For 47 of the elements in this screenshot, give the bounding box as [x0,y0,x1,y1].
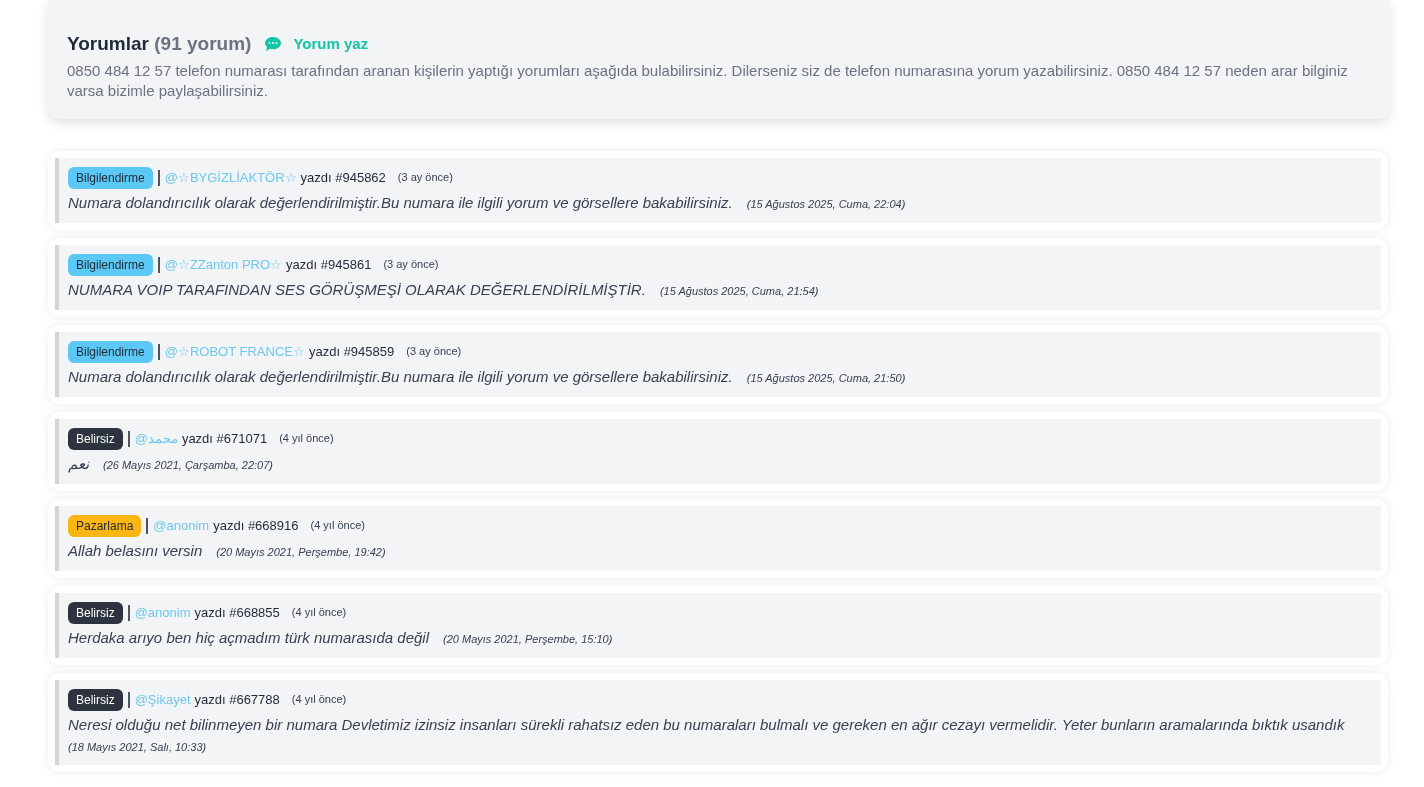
username-link[interactable]: @Şikayet [134,689,191,710]
comment-date: (18 Mayıs 2021, Salı, 10:33) [68,739,207,755]
category-tag: Belirsiz [68,427,123,450]
comment-text: NUMARA VOIP TARAFINDAN SES GÖRÜŞMEŞİ OLARAK DEĞERLENDİRİLMİŞTİR. [68,279,646,300]
write-comment-link[interactable]: Yorum yaz [265,33,369,56]
comment-text: Neresi olduğu net bilinmeyen bir numara Devletimiz izinsiz insanları sürekli rahatsız eden bu numaraları bulmalı ve gereken en ağır cezayı vermelidir. Yeter bunların aramalarında bıktık usandık [68,714,1345,735]
comment-text: Allah belasını versin [68,540,203,561]
category-tag: Pazarlama [68,514,142,537]
relative-time: (3 ay önce) [397,170,453,186]
comments-title: Yorumlar [67,33,149,54]
comment-count: (91 yorum) [154,33,252,54]
relative-time: (3 ay önce) [406,344,462,360]
comment-date: (26 Mayıs 2021, Çarşamba, 22:07) [103,457,273,473]
category-tag: Bilgilendirme [68,253,153,276]
comment-id: yazdı #668916 [213,516,299,535]
comment-id: yazdı #667788 [194,690,280,709]
category-tag: Belirsiz [68,688,123,711]
description: 0850 484 12 57 telefon numarası tarafından aranan kişilerin yaptığı yorumları aşağıda bulabilirsiniz. Dilerseniz siz de telefon numarasına yorum yazabilirsiniz. 0850 484 12 57 neden arar bilginiz varsa bizimle paylaşabilirsiniz. [67,60,1349,101]
comment-id: yazdı #671071 [181,429,268,448]
username-link[interactable]: @anonim [153,515,210,536]
comment-text: Numara dolandırıcılık olarak değerlendirilmiştir.Bu numara ile ilgili yorum ve görsellere bakabilirsiniz. [68,192,733,213]
category-tag: Bilgilendirme [68,340,153,363]
relative-time: (4 yıl önce) [291,605,347,621]
comment-id: yazdı #945861 [286,255,372,274]
comment-id: yazdı #945859 [308,342,395,361]
comment-id: yazdı #945862 [300,168,386,187]
comment-text: نعم [68,453,89,475]
comment-date: (20 Mayıs 2021, Perşembe, 15:10) [443,631,613,647]
username-link[interactable]: @anonim [134,602,191,623]
username-link[interactable]: @☆ZZanton PRO☆ [164,254,283,275]
username-link[interactable]: @☆ROBOT FRANCE☆ [164,341,305,362]
relative-time: (4 yıl önce) [291,692,347,708]
username-link[interactable]: @محمد [134,428,178,449]
comment-date: (15 Ağustos 2025, Cuma, 21:50) [746,370,906,386]
speech-bubble-icon [265,37,282,52]
relative-time: (4 yıl önce) [279,431,334,447]
comment-id: yazdı #668855 [194,603,280,622]
category-tag: Belirsiz [68,601,123,624]
comment-date: (15 Ağustos 2025, Cuma, 22:04) [746,196,906,212]
relative-time: (3 ay önce) [383,257,439,273]
category-tag: Bilgilendirme [68,166,153,189]
comment-text: Herdaka arıyo ben hiç açmadım türk numarasıda değil [68,627,429,648]
comment-text: Numara dolandırıcılık olarak değerlendirilmiştir.Bu numara ile ilgili yorum ve görsellere bakabilirsiniz. [68,366,733,387]
username-link[interactable]: @☆BYGİZLİAKTÖR☆ [164,167,297,188]
comment-date: (20 Mayıs 2021, Perşembe, 19:42) [216,544,386,560]
comment-date: (15 Ağustos 2025, Cuma, 21:54) [659,283,819,299]
relative-time: (4 yıl önce) [310,518,365,534]
